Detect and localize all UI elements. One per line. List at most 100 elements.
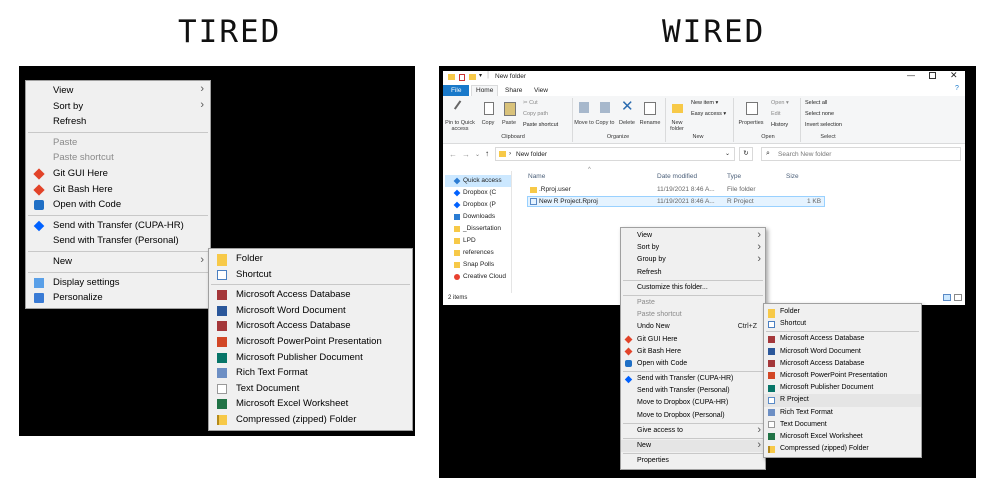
back-icon[interactable]: ← <box>449 150 457 159</box>
easy-access-button[interactable]: Easy access ▾ <box>691 111 726 117</box>
menu-item-microsoft-access-database[interactable]: Microsoft Access Database <box>764 333 921 345</box>
menu-item-git-gui-here[interactable]: Git GUI Here <box>26 166 210 182</box>
new-folder-button[interactable]: New folder <box>667 120 687 132</box>
menu-item-git-gui-here[interactable]: Git GUI Here <box>621 334 765 346</box>
menu-item-send-with-transfer-personal[interactable]: Send with Transfer (Personal) <box>621 385 765 397</box>
menu-item-shortcut[interactable]: Shortcut <box>209 267 412 283</box>
select-none-button[interactable]: Select none <box>805 111 834 117</box>
refresh-icon[interactable]: ↻ <box>739 147 753 161</box>
menu-item-refresh[interactable]: Refresh <box>26 114 210 130</box>
menu-item-open-with-code[interactable]: Open with Code <box>26 197 210 213</box>
menu-item-compressed-zipped-folder[interactable]: Compressed (zipped) Folder <box>764 443 921 455</box>
menu-item-microsoft-publisher-document[interactable]: Microsoft Publisher Document <box>764 382 921 394</box>
menu-item-sort-by[interactable]: Sort by › <box>621 241 765 254</box>
chevron-down-icon[interactable]: ▾ <box>479 72 482 79</box>
menu-item-microsoft-word-document[interactable]: Microsoft Word Document <box>209 303 412 319</box>
menu-item-customize-this-folder[interactable]: Customize this folder... <box>621 282 765 294</box>
menu-item-personalize[interactable]: Personalize <box>26 290 210 306</box>
minimize-button[interactable]: — <box>907 71 915 80</box>
nav-item-downloads[interactable]: Downloads <box>454 213 495 220</box>
copy-path-button[interactable]: Copy path <box>523 111 548 117</box>
menu-item-microsoft-access-database[interactable]: Microsoft Access Database <box>209 318 412 334</box>
menu-item-compressed-zipped-folder[interactable]: Compressed (zipped) Folder <box>209 412 412 428</box>
menu-item-microsoft-powerpoint-presentation[interactable]: Microsoft PowerPoint Presentation <box>209 334 412 350</box>
open-button[interactable]: Open ▾ <box>771 100 789 106</box>
large-icons-view-icon[interactable] <box>954 294 962 301</box>
menu-item-move-to-dropbox-cupa-hr[interactable]: Move to Dropbox (CUPA-HR) <box>621 397 765 409</box>
menu-item-display-settings[interactable]: Display settings <box>26 275 210 291</box>
menu-item-rich-text-format[interactable]: Rich Text Format <box>209 365 412 381</box>
tab-share[interactable]: Share <box>505 87 522 94</box>
file-name[interactable]: New R Project.Rproj <box>539 198 598 205</box>
column-date-modified[interactable]: Date modified <box>657 173 697 180</box>
menu-item-shortcut[interactable]: Shortcut <box>764 318 921 330</box>
maximize-button[interactable] <box>929 72 936 79</box>
menu-item-properties[interactable]: Properties <box>621 455 765 467</box>
properties-button[interactable]: Properties <box>736 120 766 126</box>
up-icon[interactable]: ↑ <box>485 149 489 158</box>
menu-item-group-by[interactable]: Group by › <box>621 253 765 266</box>
invert-selection-button[interactable]: Invert selection <box>805 122 842 128</box>
menu-item-open-with-code[interactable]: Open with Code <box>621 358 765 370</box>
menu-item-folder[interactable]: Folder <box>209 251 412 267</box>
paste-shortcut-button[interactable]: Paste shortcut <box>523 122 558 128</box>
copy-button[interactable]: Copy <box>479 120 497 126</box>
details-view-icon[interactable] <box>943 294 951 301</box>
menu-item-microsoft-excel-worksheet[interactable]: Microsoft Excel Worksheet <box>764 431 921 443</box>
move-to-button[interactable]: Move to <box>574 120 594 126</box>
nav-item-dropbox-p[interactable]: Dropbox (P <box>453 201 496 209</box>
menu-item-folder[interactable]: Folder <box>764 306 921 319</box>
delete-button[interactable]: Delete <box>617 120 637 126</box>
properties-icon[interactable] <box>459 74 465 81</box>
forward-icon[interactable]: → <box>462 150 470 159</box>
nav-item-references[interactable]: references <box>454 249 494 256</box>
menu-item-text-document[interactable]: Text Document <box>209 381 412 397</box>
nav-item-lpd[interactable]: LPD <box>454 237 476 244</box>
nav-item-snap-polls[interactable]: Snap Polls <box>454 261 494 268</box>
menu-item-microsoft-powerpoint-presentation[interactable]: Microsoft PowerPoint Presentation <box>764 370 921 382</box>
menu-item-view[interactable]: View › <box>26 83 210 99</box>
menu-item-microsoft-access-database[interactable]: Microsoft Access Database <box>764 358 921 370</box>
nav-item-dissertation[interactable]: _Dissertation <box>454 225 501 232</box>
menu-item-send-with-transfer-personal[interactable]: Send with Transfer (Personal) <box>26 233 210 249</box>
nav-item-dropbox-c[interactable]: Dropbox (C <box>453 189 496 197</box>
edit-button[interactable]: Edit <box>771 111 780 117</box>
chevron-down-icon[interactable]: ⌄ <box>725 150 730 157</box>
column-size[interactable]: Size <box>786 173 799 180</box>
menu-item-microsoft-word-document[interactable]: Microsoft Word Document <box>764 346 921 358</box>
menu-item-microsoft-publisher-document[interactable]: Microsoft Publisher Document <box>209 350 412 366</box>
chevron-down-icon[interactable]: ⌄ <box>475 151 480 158</box>
menu-item-view[interactable]: View › <box>621 229 765 242</box>
menu-item-move-to-dropbox-personal[interactable]: Move to Dropbox (Personal) <box>621 410 765 422</box>
folder-icon[interactable] <box>469 74 476 80</box>
column-type[interactable]: Type <box>727 173 741 180</box>
nav-item-creative-cloud[interactable]: Creative Cloud <box>454 273 506 280</box>
copy-to-button[interactable]: Copy to <box>595 120 615 126</box>
help-icon[interactable]: ? <box>955 85 959 92</box>
pin-to-quick-access-button[interactable]: Pin to Quick access <box>445 120 475 132</box>
menu-item-microsoft-excel-worksheet[interactable]: Microsoft Excel Worksheet <box>209 396 412 412</box>
history-button[interactable]: History <box>771 122 788 128</box>
menu-item-new[interactable]: New › <box>621 439 765 453</box>
rename-button[interactable]: Rename <box>638 120 662 126</box>
menu-item-r-project[interactable]: R Project <box>764 394 921 407</box>
menu-item-give-access-to[interactable]: Give access to › <box>621 424 765 437</box>
new-item-button[interactable]: New item ▾ <box>691 100 718 106</box>
menu-item-microsoft-access-database[interactable]: Microsoft Access Database <box>209 287 412 303</box>
cut-button[interactable]: ✂ Cut <box>523 100 538 106</box>
menu-item-git-bash-here[interactable]: Git Bash Here <box>26 182 210 198</box>
column-name[interactable]: Name <box>528 173 545 180</box>
menu-item-git-bash-here[interactable]: Git Bash Here <box>621 346 765 358</box>
menu-item-undo-new[interactable]: Undo New Ctrl+Z <box>621 321 765 333</box>
menu-item-new[interactable]: New › <box>26 254 210 270</box>
paste-button[interactable]: Paste <box>499 120 519 126</box>
menu-item-refresh[interactable]: Refresh <box>621 267 765 279</box>
file-name[interactable]: .Rproj.user <box>539 186 571 193</box>
tab-view[interactable]: View <box>534 87 548 94</box>
nav-item-quick-access[interactable]: Quick access <box>453 177 502 185</box>
select-all-button[interactable]: Select all <box>805 100 827 106</box>
menu-item-text-document[interactable]: Text Document <box>764 419 921 431</box>
menu-item-rich-text-format[interactable]: Rich Text Format <box>764 407 921 419</box>
menu-item-sort-by[interactable]: Sort by › <box>26 99 210 115</box>
menu-item-send-with-transfer-cupa-hr[interactable]: Send with Transfer (CUPA-HR) <box>26 218 210 234</box>
